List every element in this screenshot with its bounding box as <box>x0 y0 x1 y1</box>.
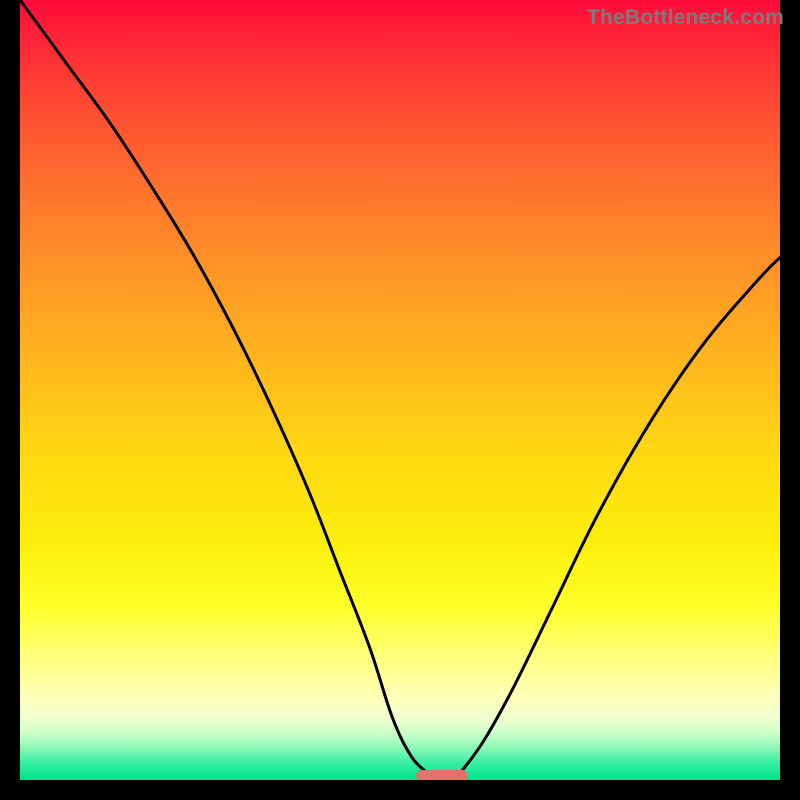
bottleneck-curve <box>20 0 780 780</box>
watermark-text: TheBottleneck.com <box>587 6 784 30</box>
optimum-marker <box>416 770 468 780</box>
plot-area <box>20 0 780 780</box>
chart-frame: TheBottleneck.com <box>0 0 800 800</box>
